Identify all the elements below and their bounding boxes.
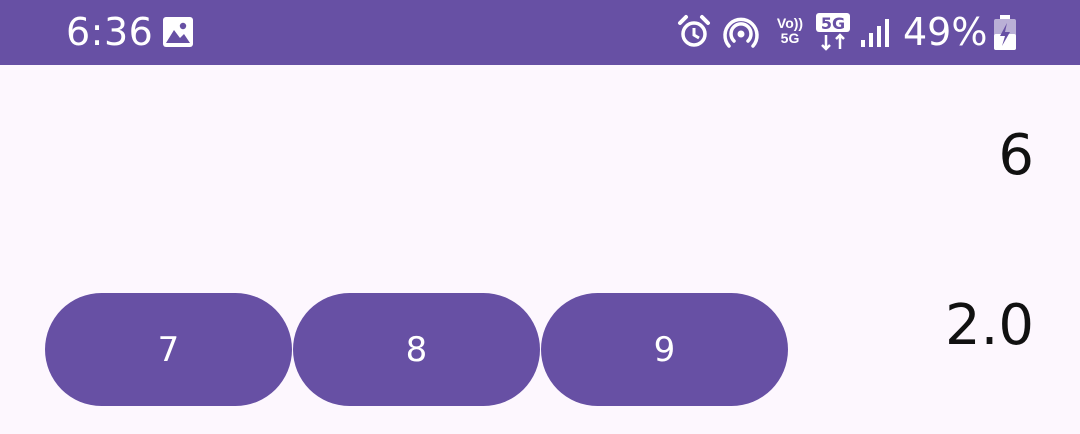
volte-icon: Vo)) 5G bbox=[773, 16, 807, 50]
volte-label-bottom: 5G bbox=[780, 30, 800, 46]
signal-icon bbox=[861, 19, 889, 47]
network-label: 5G bbox=[821, 14, 845, 33]
memory-display: 2.0 bbox=[944, 293, 1034, 358]
result-display: 6 bbox=[998, 123, 1034, 188]
key-7-button[interactable]: 7 bbox=[45, 293, 292, 406]
battery-charging-icon bbox=[994, 15, 1016, 50]
alarm-icon bbox=[678, 15, 710, 47]
hotspot-icon bbox=[723, 17, 759, 48]
volte-label-top: Vo)) bbox=[776, 15, 804, 31]
status-bar: 6:36 Vo)) 5G 5G 49% bbox=[0, 0, 1080, 65]
gallery-icon bbox=[163, 17, 193, 47]
status-time: 6:36 bbox=[66, 10, 154, 54]
battery-percent: 49% bbox=[903, 10, 988, 54]
5g-data-icon: 5G bbox=[816, 13, 850, 51]
key-8-button[interactable]: 8 bbox=[293, 293, 540, 406]
key-9-button[interactable]: 9 bbox=[541, 293, 788, 406]
